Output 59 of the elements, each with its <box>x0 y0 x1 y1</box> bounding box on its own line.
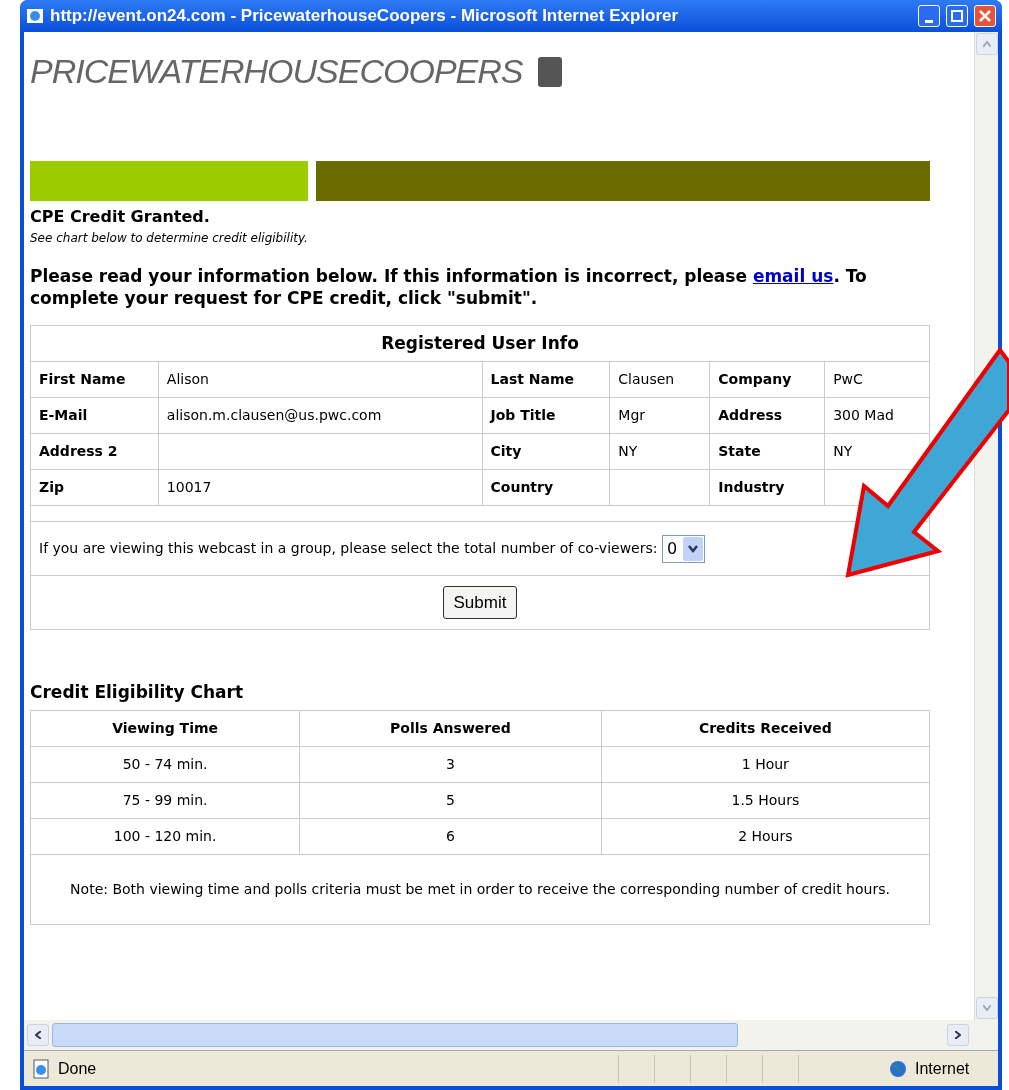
logo-mark-icon <box>538 56 563 87</box>
security-zone: Internet <box>915 1058 970 1079</box>
table-cell: 2 Hours <box>601 818 930 855</box>
note-text: Note: Both viewing time and polls criteria must be met in order to receive the corresponding number of credit hours. <box>70 880 890 897</box>
maximize-button[interactable] <box>946 5 968 27</box>
field-value: PwC <box>824 361 930 398</box>
status-note: See chart below to determine credit eligibility. <box>30 230 309 247</box>
status-heading: CPE Credit Granted. <box>30 206 211 228</box>
field-label: E-Mail <box>30 397 159 434</box>
field-label: Address 2 <box>30 433 159 470</box>
field-label: Job Title <box>482 397 610 434</box>
table-cell: 6 <box>299 818 602 855</box>
field-value: Alison <box>158 361 482 398</box>
page-icon <box>32 1058 50 1079</box>
status-text: Done <box>58 1058 97 1079</box>
minimize-button[interactable] <box>918 5 940 27</box>
window-title: http://event.on24.com - PricewaterhouseCoopers - Microsoft Internet Explorer <box>50 5 680 28</box>
table-title: Registered User Info <box>30 325 930 362</box>
browser-icon <box>26 7 44 25</box>
instructions-text: Please read your information below. If this information is incorrect, please email us. To complete your request for CPE credit, click "submit". <box>30 265 868 310</box>
dropdown-icon <box>688 544 699 553</box>
scroll-left-button[interactable] <box>27 1024 49 1046</box>
column-header: Credits Received <box>601 710 930 747</box>
scroll-right-button[interactable] <box>947 1024 969 1046</box>
table-cell: 3 <box>299 746 602 783</box>
field-label: Address <box>709 397 825 434</box>
table-cell: 100 - 120 min. <box>30 818 300 855</box>
field-label: Company <box>709 361 825 398</box>
coviewers-label: If you are viewing this webcast in a group, please select the total number of co-viewers: <box>39 539 658 556</box>
close-button[interactable] <box>974 5 996 27</box>
field-value: Mgr <box>609 397 710 434</box>
table-cell: 1 Hour <box>601 746 930 783</box>
field-label: Industry <box>709 469 825 506</box>
column-header: Polls Answered <box>299 710 602 747</box>
coviewers-select[interactable]: 0 <box>661 534 706 563</box>
field-label: Country <box>482 469 610 506</box>
field-label: Zip <box>30 469 159 506</box>
close-icon <box>979 10 991 22</box>
table-cell: 5 <box>299 782 602 819</box>
field-label: State <box>709 433 825 470</box>
field-label: First Name <box>30 361 159 398</box>
submit-button[interactable]: Submit <box>442 585 518 620</box>
table-cell: 1.5 Hours <box>601 782 930 819</box>
company-logo: PRICEWATERHOUSECOOPERS <box>30 51 523 92</box>
field-value: 10017 <box>158 469 482 506</box>
field-label: City <box>482 433 610 470</box>
maximize-icon <box>951 10 963 22</box>
column-header: Viewing Time <box>30 710 300 747</box>
field-value: alison.m.clausen@us.pwc.com <box>158 397 482 434</box>
table-cell: 75 - 99 min. <box>30 782 300 819</box>
field-label: Last Name <box>482 361 610 398</box>
field-value: NY <box>609 433 710 470</box>
field-value: 300 Mad <box>824 397 930 434</box>
field-value: Clausen <box>609 361 710 398</box>
table-cell: 50 - 74 min. <box>30 746 300 783</box>
scrollbar-thumb[interactable] <box>52 1023 738 1047</box>
minimize-icon <box>925 19 933 23</box>
email-link[interactable]: email us <box>752 266 834 286</box>
chart-heading: Credit Eligibility Chart <box>30 681 245 705</box>
